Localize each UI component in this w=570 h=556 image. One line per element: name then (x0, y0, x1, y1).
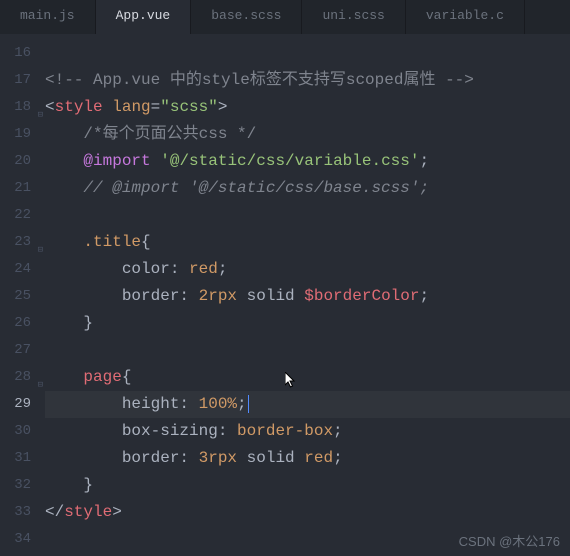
code-line: @import '@/static/css/variable.css'; (45, 148, 570, 175)
code-editor[interactable]: 161718⊟1920212223⊟2425262728⊟29303132333… (0, 34, 570, 553)
code-line: border: 2rpx solid $borderColor; (45, 283, 570, 310)
code-area[interactable]: <!-- App.vue 中的style标签不支持写scoped属性 --> <… (45, 34, 570, 553)
code-line (45, 202, 570, 229)
code-line: } (45, 472, 570, 499)
code-line: <!-- App.vue 中的style标签不支持写scoped属性 --> (45, 67, 570, 94)
code-line: <style lang="scss"> (45, 94, 570, 121)
code-line: box-sizing: border-box; (45, 418, 570, 445)
code-line: </style> (45, 499, 570, 526)
tab-app-vue[interactable]: App.vue (96, 0, 192, 34)
tab-base-scss[interactable]: base.scss (191, 0, 302, 34)
watermark: CSDN @木公176 (459, 531, 560, 550)
code-line: height: 100%; (45, 391, 570, 418)
code-line: color: red; (45, 256, 570, 283)
code-line (45, 337, 570, 364)
text-cursor (248, 395, 249, 413)
line-gutter: 161718⊟1920212223⊟2425262728⊟29303132333… (0, 34, 45, 553)
code-line: .title{ (45, 229, 570, 256)
tab-variable[interactable]: variable.c (406, 0, 525, 34)
code-line: } (45, 310, 570, 337)
tab-uni-scss[interactable]: uni.scss (302, 0, 405, 34)
code-line: border: 3rpx solid red; (45, 445, 570, 472)
code-line: // @import '@/static/css/base.scss'; (45, 175, 570, 202)
tab-main-js[interactable]: main.js (0, 0, 96, 34)
code-line: page{ (45, 364, 570, 391)
tab-bar: main.js App.vue base.scss uni.scss varia… (0, 0, 570, 34)
code-line (45, 40, 570, 67)
code-line: /*每个页面公共css */ (45, 121, 570, 148)
